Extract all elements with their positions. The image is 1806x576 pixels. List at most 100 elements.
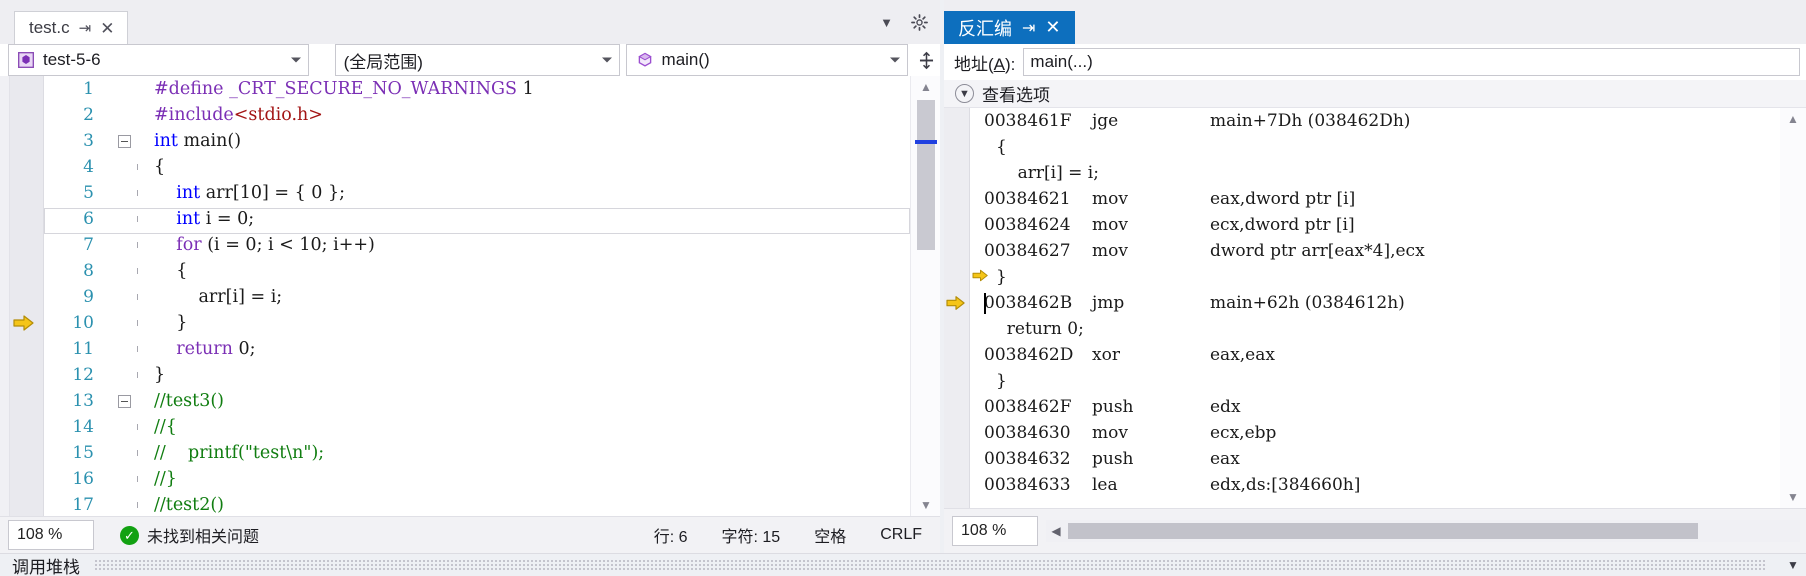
disassembly-body[interactable]: 0038461F jge main+7Dh (038462Dh) { arr[i] =…	[944, 108, 1806, 508]
code-line[interactable]: 1 #define _CRT_SECURE_NO_WARNINGS 1	[44, 76, 910, 102]
line-number: 7	[83, 235, 94, 255]
view-options-toggle[interactable]: ▼ 查看选项	[944, 80, 1806, 108]
chevron-down-icon[interactable]: ▼	[1780, 558, 1806, 572]
code-line[interactable]: 4{	[44, 154, 910, 180]
disassembly-row[interactable]: 00384633 lea edx,ds:[384660h]	[970, 472, 1806, 498]
source-text: {	[996, 137, 1007, 157]
code-text: #define _CRT_SECURE_NO_WARNINGS 1	[154, 79, 534, 99]
disassembly-row[interactable]: 0038462D xor eax,eax	[970, 342, 1806, 368]
editor-scroll-thumb[interactable]	[917, 100, 935, 250]
chevron-down-icon[interactable]: ▼	[880, 15, 893, 30]
source-row[interactable]: return 0;	[970, 316, 1806, 342]
code-line[interactable]: 9 arr[i] = i;	[44, 284, 910, 310]
close-icon[interactable]: ✕	[100, 20, 114, 37]
code-line[interactable]: 14 //{	[44, 414, 910, 440]
disassembly-zoom-selector[interactable]: 108 %	[952, 516, 1038, 546]
chevron-down-icon[interactable]: ▼	[955, 84, 974, 103]
code-line[interactable]: 15 // printf("test\n");	[44, 440, 910, 466]
disassembly-vertical-scrollbar[interactable]: ▲ ▼	[1780, 108, 1806, 508]
code-line[interactable]: 7 for (i = 0; i < 10; i++)	[44, 232, 910, 258]
line-number: 15	[72, 443, 94, 463]
function-selector[interactable]: main()	[625, 44, 909, 76]
project-icon	[17, 51, 35, 69]
indicator-strip	[0, 76, 10, 516]
source-row[interactable]: arr[i] = i;	[970, 160, 1806, 186]
code-surface[interactable]: 1 #define _CRT_SECURE_NO_WARNINGS 1 2 #incl…	[0, 76, 940, 516]
tab-disassembly[interactable]: 反汇编 ⇥ ✕	[944, 11, 1075, 44]
scroll-left-icon[interactable]: ◀	[1046, 520, 1066, 542]
instruction-address: 0038461F	[984, 111, 1072, 131]
status-indent[interactable]: 空格	[814, 523, 846, 547]
disassembly-row[interactable]: 00384624 mov ecx,dword ptr [i]	[970, 212, 1806, 238]
fold-toggle-icon[interactable]	[114, 134, 134, 148]
disassembly-row[interactable]: 00384627 mov dword ptr arr[eax*4],ecx	[970, 238, 1806, 264]
close-icon[interactable]: ✕	[1045, 17, 1060, 38]
code-line[interactable]: 13 //test3()	[44, 388, 910, 414]
code-line[interactable]: 10 }	[44, 310, 910, 336]
disassembly-row[interactable]: 00384632 push eax	[970, 446, 1806, 472]
code-lines[interactable]: 1 #define _CRT_SECURE_NO_WARNINGS 1 2 #incl…	[44, 76, 910, 516]
code-line[interactable]: 6 int i = 0;	[44, 206, 910, 232]
source-text: arr[i] = i;	[996, 163, 1099, 183]
scrollbar-change-marker	[915, 140, 937, 144]
scroll-down-icon[interactable]: ▼	[911, 494, 940, 516]
address-input[interactable]	[1023, 48, 1800, 76]
code-text: // printf("test\n");	[154, 443, 325, 463]
code-line[interactable]: 5 int arr[10] = { 0 };	[44, 180, 910, 206]
disassembly-lines[interactable]: 0038461F jge main+7Dh (038462Dh) { arr[i] =…	[970, 108, 1806, 498]
editor-zoom-selector[interactable]: 108 %	[8, 520, 94, 550]
chevron-down-icon[interactable]	[890, 57, 901, 63]
line-number: 6	[83, 209, 94, 229]
disassembly-row[interactable]: 0038462B jmp main+62h (0384612h)	[970, 290, 1806, 316]
status-eol[interactable]: CRLF	[880, 526, 922, 544]
code-line[interactable]: 3 int main()	[44, 128, 910, 154]
instruction-operands: eax	[1210, 449, 1240, 469]
source-row[interactable]: {	[970, 134, 1806, 160]
code-line[interactable]: 16 //}	[44, 466, 910, 492]
editor-vertical-scrollbar[interactable]: ▲ ▼	[910, 76, 940, 516]
code-line[interactable]: 17 //test2()	[44, 492, 910, 516]
instruction-address: 00384624	[984, 215, 1071, 235]
instruction-mnemonic: mov	[1092, 215, 1128, 235]
vs-debug-window: test.c ⇥ ✕ ▼ test-5-6 (全局范围) main() 1 #d…	[0, 0, 1806, 576]
pin-icon[interactable]: ⇥	[79, 21, 92, 36]
gear-icon[interactable]	[911, 14, 928, 31]
code-line[interactable]: 12}	[44, 362, 910, 388]
line-number: 12	[72, 365, 94, 385]
address-row: 地址(A):	[944, 44, 1806, 80]
code-line[interactable]: 2 #include<stdio.h>	[44, 102, 910, 128]
instruction-address: 0038462F	[984, 397, 1072, 417]
document-tab-test-c[interactable]: test.c ⇥ ✕	[14, 11, 129, 44]
disassembly-pane: 反汇编 ⇥ ✕ 地址(A): ▼ 查看选项 0038461F jge main+7D…	[944, 0, 1806, 553]
scroll-up-icon[interactable]: ▲	[1780, 108, 1806, 130]
instruction-mnemonic: xor	[1092, 345, 1120, 365]
disassembly-horizontal-scrollbar[interactable]: ◀	[1046, 520, 1800, 542]
code-text: int main()	[154, 131, 242, 151]
line-number: 14	[72, 417, 94, 437]
project-selector[interactable]: test-5-6	[8, 44, 309, 76]
chevron-down-icon[interactable]	[290, 57, 301, 63]
scope-selector[interactable]: (全局范围)	[334, 44, 620, 76]
disassembly-row[interactable]: 00384621 mov eax,dword ptr [i]	[970, 186, 1806, 212]
source-row[interactable]: }	[970, 368, 1806, 394]
error-status[interactable]: ✓ 未找到相关问题	[120, 523, 259, 547]
disassembly-row[interactable]: 0038462F push edx	[970, 394, 1806, 420]
code-line[interactable]: 8 {	[44, 258, 910, 284]
instruction-mnemonic: jmp	[1092, 293, 1125, 313]
source-row[interactable]: }	[970, 264, 1806, 290]
scroll-up-icon[interactable]: ▲	[911, 76, 940, 98]
call-stack-title[interactable]: 调用堆栈	[12, 553, 80, 576]
code-line[interactable]: 11 return 0;	[44, 336, 910, 362]
split-window-icon[interactable]	[912, 44, 940, 76]
line-number: 13	[72, 391, 94, 411]
instruction-mnemonic: lea	[1092, 475, 1118, 495]
disassembly-row[interactable]: 00384630 mov ecx,ebp	[970, 420, 1806, 446]
disassembly-row[interactable]: 0038461F jge main+7Dh (038462Dh)	[970, 108, 1806, 134]
chevron-down-icon[interactable]	[601, 57, 612, 63]
instruction-address: 00384621	[984, 189, 1071, 209]
pin-icon[interactable]: ⇥	[1022, 18, 1035, 38]
disassembly-hscroll-thumb[interactable]	[1068, 523, 1698, 539]
scroll-down-icon[interactable]: ▼	[1780, 486, 1806, 508]
instruction-address: 00384630	[984, 423, 1071, 443]
fold-toggle-icon[interactable]	[114, 394, 134, 408]
